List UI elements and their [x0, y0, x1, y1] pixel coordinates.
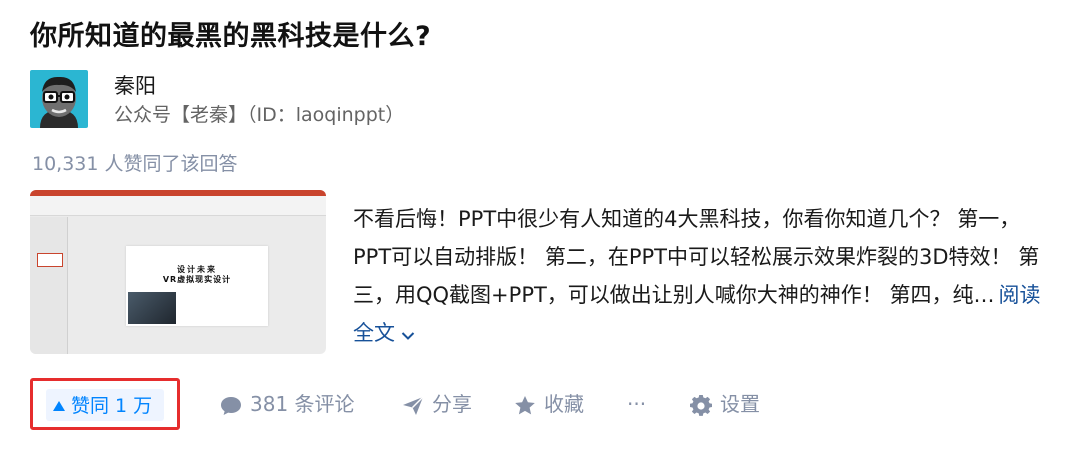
comment-icon — [221, 396, 241, 415]
favorite-label: 收藏 — [544, 392, 584, 416]
slide-photo — [128, 292, 176, 324]
action-bar: 赞同 1 万 381 条评论 分享 收藏 ··· 设置 — [0, 378, 1080, 430]
settings-label: 设置 — [720, 392, 760, 416]
ppt-ribbon-bar — [30, 190, 326, 196]
favorite-button[interactable]: 收藏 — [514, 388, 584, 420]
author-name[interactable]: 秦阳 — [114, 70, 156, 100]
more-icon: ··· — [627, 392, 647, 416]
answer-thumbnail[interactable]: 设计未来 VR虚拟现实设计 — [30, 190, 326, 354]
triangle-up-icon — [53, 389, 65, 421]
slide-subtitle: VR虚拟现实设计 — [162, 275, 232, 284]
author-bio: 公众号【老秦】（ID：laoqinppt） — [114, 104, 405, 126]
chevron-down-icon — [401, 315, 415, 353]
ppt-slide-panel — [30, 217, 68, 354]
ppt-mini-slide — [37, 253, 63, 267]
excerpt-text: 不看后悔！PPT中很少有人知道的4大黑科技，你看你知道几个？ 第一，PPT可以自… — [353, 207, 1040, 307]
share-label: 分享 — [432, 392, 472, 416]
more-button[interactable]: ··· — [627, 388, 646, 420]
share-button[interactable]: 分享 — [402, 388, 472, 420]
upvote-button[interactable]: 赞同 1 万 — [46, 389, 164, 421]
ppt-slide: 设计未来 VR虚拟现实设计 — [126, 246, 268, 326]
star-icon — [515, 396, 535, 415]
vote-highlight: 赞同 1 万 — [30, 378, 180, 430]
settings-button[interactable]: 设置 — [690, 388, 760, 420]
gear-icon — [690, 394, 712, 416]
avatar[interactable] — [30, 70, 88, 128]
upvote-label: 赞同 1 万 — [71, 395, 153, 417]
answer-excerpt[interactable]: 不看后悔！PPT中很少有人知道的4大黑科技，你看你知道几个？ 第一，PPT可以自… — [353, 200, 1053, 353]
comment-label: 381 条评论 — [250, 392, 355, 416]
comment-button[interactable]: 381 条评论 — [220, 388, 355, 420]
question-title[interactable]: 你所知道的最黑的黑科技是什么? — [30, 14, 431, 53]
share-icon — [403, 395, 424, 415]
upvote-count: 10,331 人赞同了该回答 — [32, 153, 238, 175]
